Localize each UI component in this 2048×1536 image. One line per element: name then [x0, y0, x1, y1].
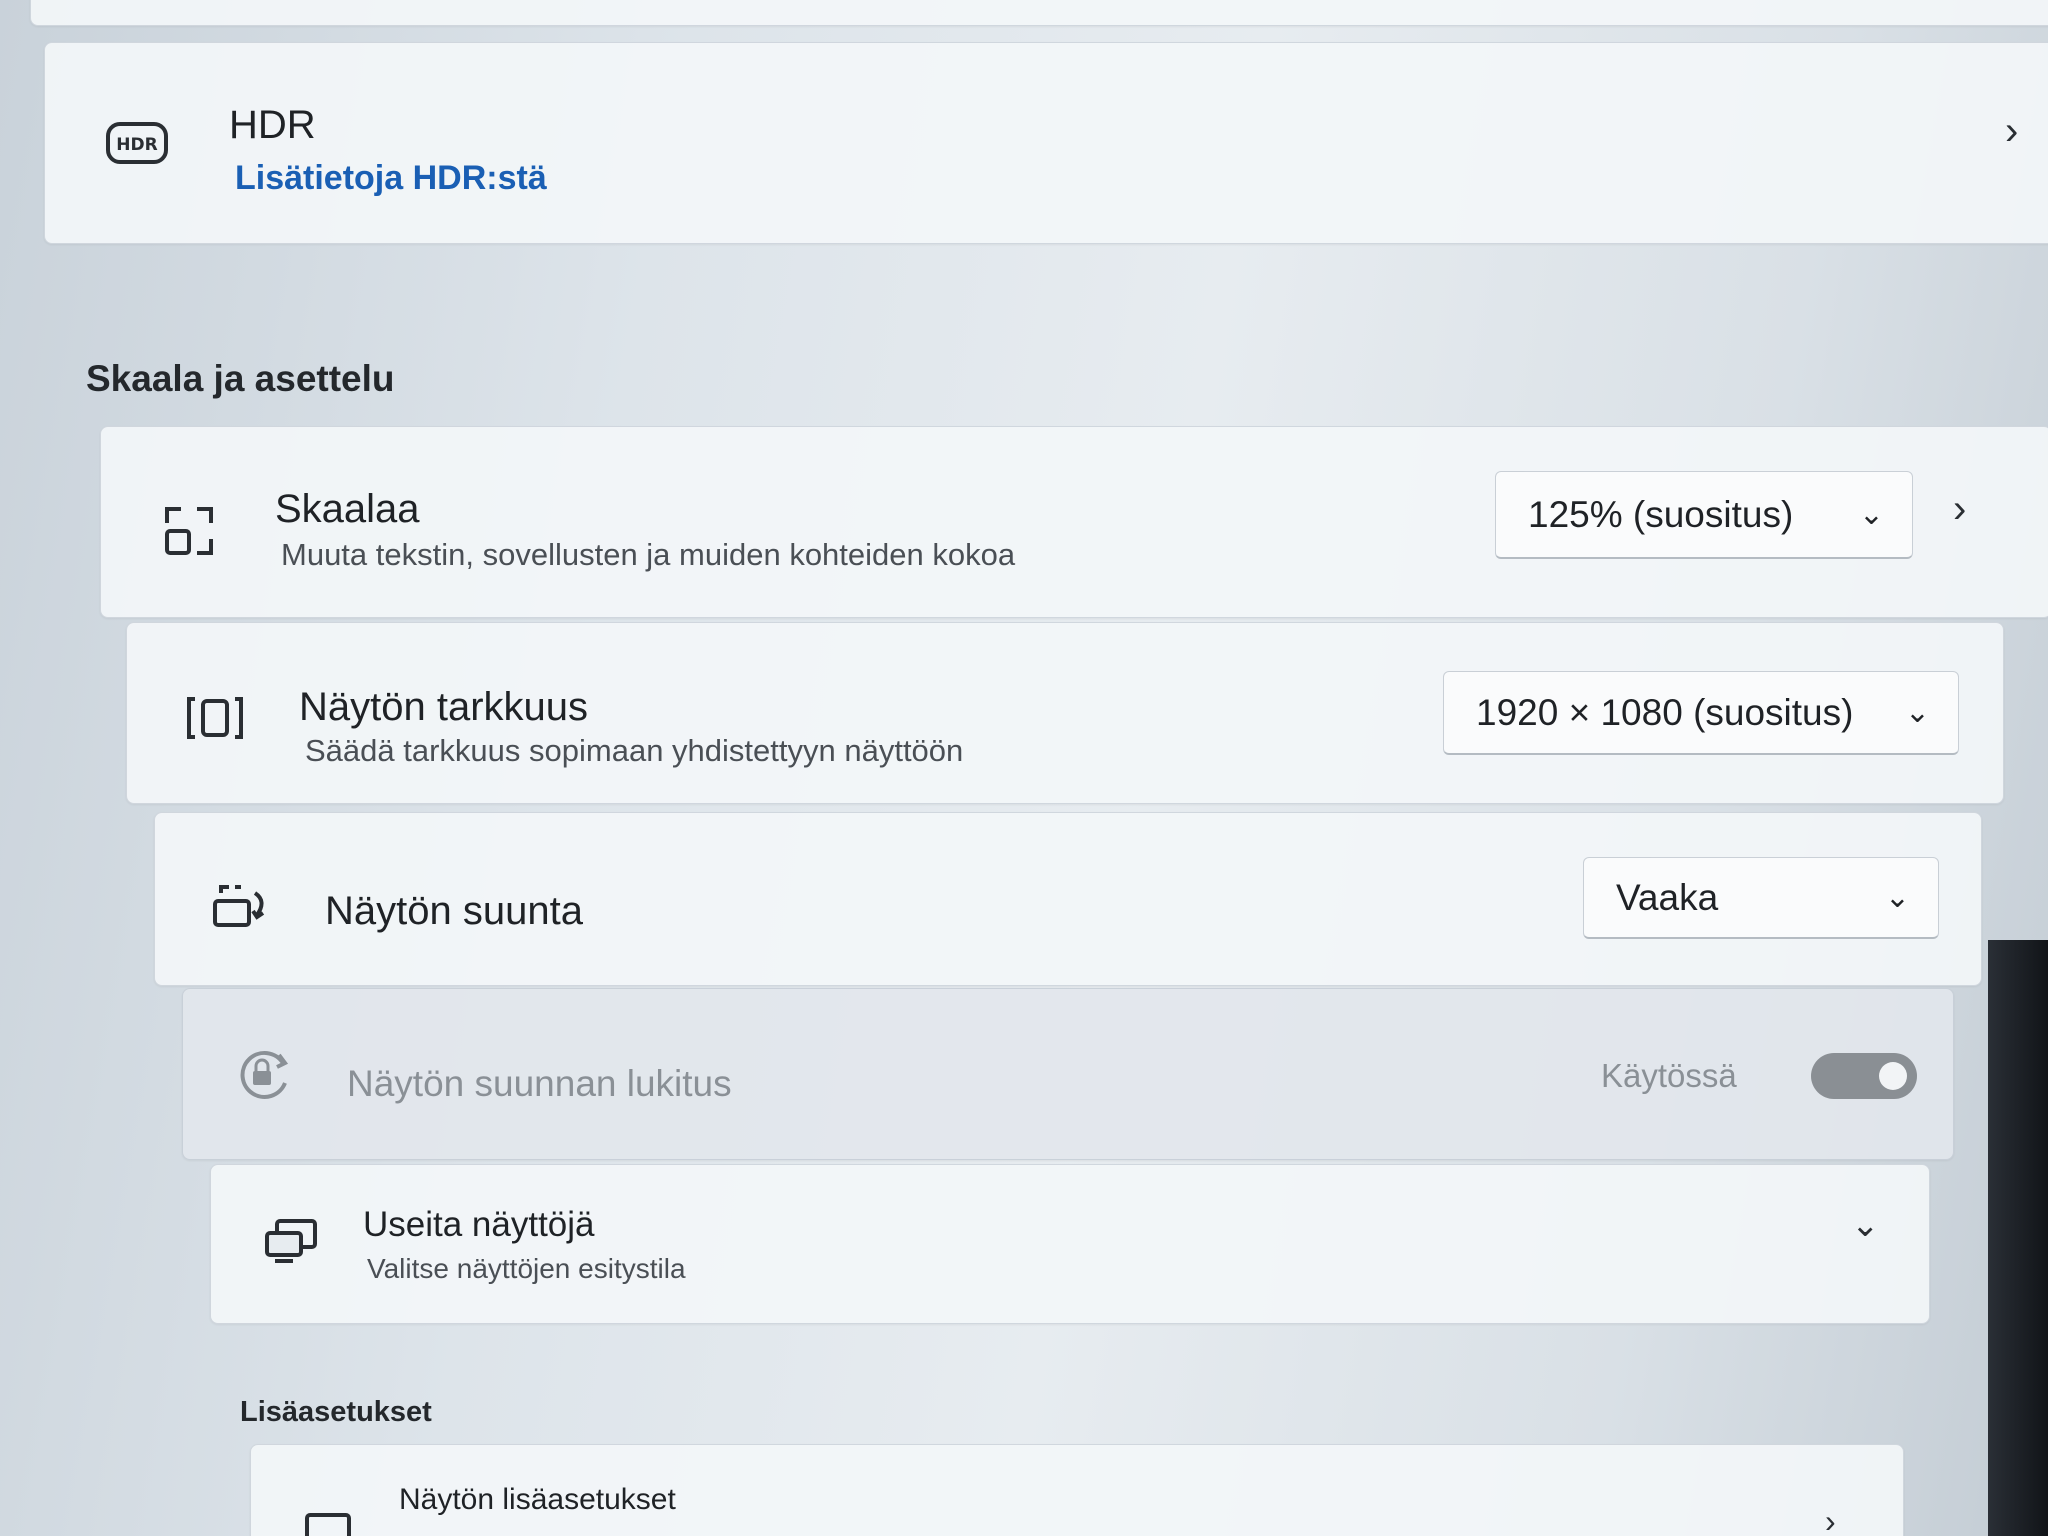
chevron-right-icon: ›	[1953, 487, 1967, 531]
multiple-displays-subtitle: Valitse näyttöjen esitystila	[367, 1253, 686, 1284]
rotation-lock-state-label: Käytössä	[1601, 1057, 1737, 1094]
resolution-card[interactable]: Näytön tarkkuus Säädä tarkkuus sopimaan …	[126, 622, 2004, 804]
resolution-dropdown[interactable]: 1920 × 1080 (suositus) ⌄	[1443, 671, 1959, 755]
scale-icon	[159, 501, 219, 561]
screen-bezel	[1988, 940, 2048, 1536]
hdr-icon: HDR	[105, 121, 169, 165]
monitor-icon	[303, 1511, 353, 1536]
orientation-dropdown[interactable]: Vaaka ⌄	[1583, 857, 1939, 939]
resolution-icon	[185, 693, 245, 743]
scale-subtitle: Muuta tekstin, sovellusten ja muiden koh…	[281, 537, 1016, 572]
settings-display-page: HDR HDR Lisätietoja HDR:stä › Skaala ja …	[0, 0, 2048, 1536]
scale-title: Skaalaa	[275, 487, 420, 531]
chevron-down-icon: ⌄	[1884, 881, 1910, 914]
rotation-lock-toggle[interactable]	[1811, 1053, 1917, 1099]
hdr-learn-more-link[interactable]: Lisätietoja HDR:stä	[235, 159, 547, 198]
chevron-down-icon[interactable]: ⌄	[1851, 1205, 1880, 1245]
hdr-title: HDR	[229, 103, 316, 147]
rotation-lock-title: Näytön suunnan lukitus	[347, 1063, 732, 1104]
multiple-displays-title: Useita näyttöjä	[363, 1205, 595, 1244]
hdr-card[interactable]: HDR HDR Lisätietoja HDR:stä ›	[44, 42, 2048, 244]
rotation-lock-card: Näytön suunnan lukitus Käytössä	[182, 988, 1954, 1160]
orientation-title: Näytön suunta	[325, 889, 583, 933]
scale-card[interactable]: Skaalaa Muuta tekstin, sovellusten ja mu…	[100, 426, 2048, 618]
scale-dropdown[interactable]: 125% (suositus) ⌄	[1495, 471, 1913, 559]
orientation-icon	[211, 881, 275, 931]
resolution-title: Näytön tarkkuus	[299, 685, 589, 729]
chevron-right-icon: ›	[2005, 109, 2019, 153]
resolution-subtitle: Säädä tarkkuus sopimaan yhdistettyyn näy…	[305, 733, 964, 768]
orientation-card[interactable]: Näytön suunta Vaaka ⌄	[154, 812, 1982, 986]
rotation-lock-icon	[235, 1047, 295, 1103]
chevron-right-icon: ›	[1825, 1503, 1836, 1536]
section-title-advanced: Lisäasetukset	[240, 1396, 432, 1428]
orientation-dropdown-value: Vaaka	[1616, 876, 1719, 918]
multiple-displays-icon	[263, 1215, 321, 1265]
chevron-down-icon: ⌄	[1904, 696, 1930, 729]
multiple-displays-card[interactable]: Useita näyttöjä Valitse näyttöjen esitys…	[210, 1164, 1930, 1324]
advanced-display-card[interactable]: Näytön lisäasetukset ›	[250, 1444, 1904, 1536]
previous-card-edge	[30, 0, 2048, 26]
toggle-knob	[1879, 1062, 1907, 1090]
svg-text:HDR: HDR	[116, 135, 157, 155]
chevron-down-icon: ⌄	[1858, 498, 1884, 531]
advanced-display-title: Näytön lisäasetukset	[399, 1483, 676, 1516]
resolution-dropdown-value: 1920 × 1080 (suositus)	[1476, 691, 1854, 733]
section-title-scale-layout: Skaala ja asettelu	[86, 358, 395, 399]
scale-dropdown-value: 125% (suositus)	[1528, 493, 1794, 535]
